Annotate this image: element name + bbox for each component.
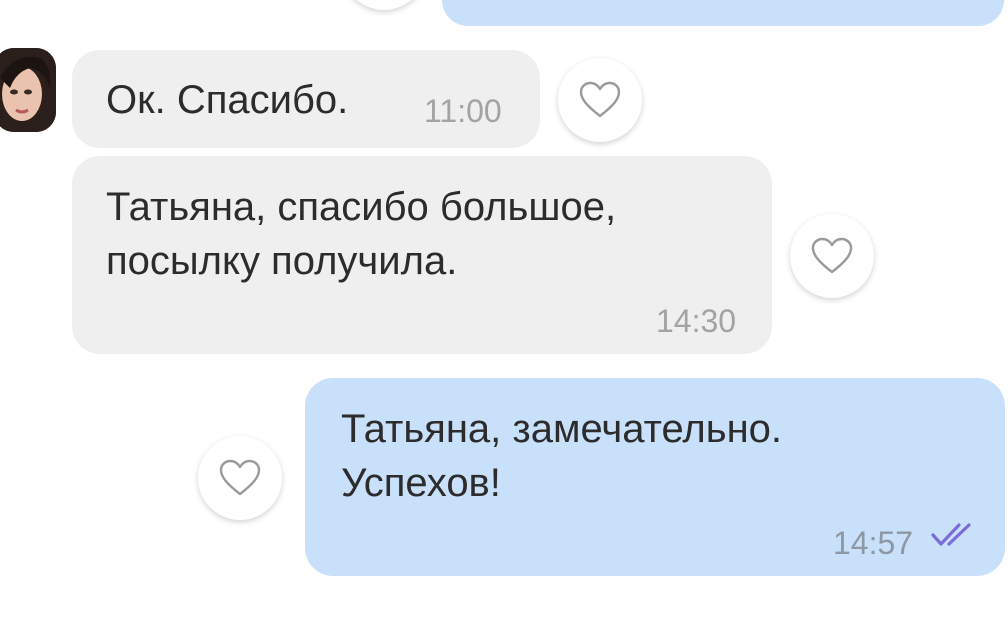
- message-time: 14:30: [656, 303, 737, 339]
- message-text: Ок. Спасибо.: [106, 78, 349, 122]
- heart-outline-icon: [811, 237, 853, 274]
- heart-outline-icon: [579, 81, 621, 118]
- heart-outline-icon: [219, 459, 261, 496]
- like-button[interactable]: [558, 58, 642, 142]
- message-bubble-outgoing[interactable]: Татьяна, замечательно. Успехов! 14:57: [305, 378, 1005, 576]
- double-check-read-icon: [931, 523, 971, 546]
- message-bubble-incoming[interactable]: Татьяна, спасибо большое, посылку получи…: [72, 156, 772, 354]
- message-bubble-outgoing-partial[interactable]: [442, 0, 1004, 26]
- contact-avatar[interactable]: [0, 48, 56, 132]
- message-time: 14:57: [833, 525, 914, 561]
- like-button[interactable]: [790, 214, 874, 298]
- message-text-line: Татьяна, спасибо большое,: [106, 185, 617, 229]
- message-text-line: посылку получила.: [106, 239, 458, 283]
- message-text-line: Татьяна, замечательно.: [341, 407, 783, 451]
- message-text-line: Успехов!: [341, 461, 501, 505]
- like-button[interactable]: [198, 436, 282, 520]
- like-button[interactable]: [342, 0, 426, 10]
- avatar-image: [0, 48, 56, 132]
- message-bubble-incoming[interactable]: Ок. Спасибо. 11:00: [72, 50, 540, 148]
- message-time: 11:00: [424, 93, 502, 129]
- chat-thread: Ок. Спасибо. 11:00 Татьяна, спасибо боль…: [0, 0, 1008, 637]
